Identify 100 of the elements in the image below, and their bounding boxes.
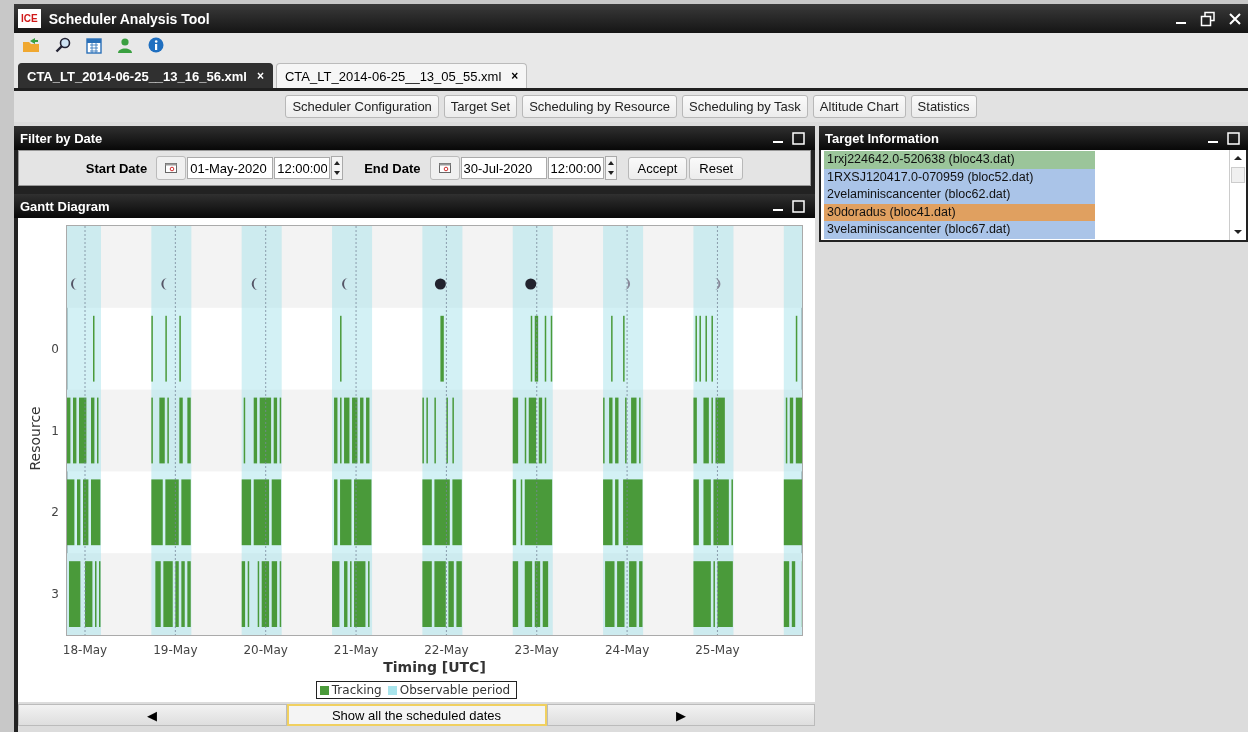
calendar-button[interactable] bbox=[156, 156, 187, 180]
date-field[interactable]: 30-Jul-2020 bbox=[460, 157, 547, 179]
axis-label: 19-May bbox=[153, 643, 198, 657]
tracking-bar bbox=[151, 479, 163, 546]
field-label: Start Date bbox=[85, 160, 148, 176]
axis-label: 24-May bbox=[604, 643, 650, 657]
axis-label: 0 bbox=[51, 341, 59, 356]
panel-title: Target Information bbox=[825, 130, 939, 146]
user-icon[interactable] bbox=[117, 37, 133, 53]
date-field[interactable]: 01-May-2020 bbox=[187, 157, 274, 179]
calendar-button[interactable] bbox=[429, 156, 460, 180]
axis-label: 23-May bbox=[514, 643, 559, 657]
tracking-bar bbox=[91, 479, 101, 546]
tracking-bar bbox=[181, 561, 185, 627]
close-icon[interactable] bbox=[1228, 11, 1242, 26]
search-icon[interactable] bbox=[55, 37, 71, 53]
tracking-bar bbox=[159, 397, 165, 464]
scrollbar[interactable] bbox=[1229, 150, 1246, 240]
tracking-bar bbox=[713, 479, 729, 546]
tracking-bar bbox=[91, 397, 95, 464]
tracking-bar bbox=[67, 479, 75, 546]
legend-label: Observable period bbox=[399, 683, 511, 697]
moon-icon bbox=[161, 278, 168, 290]
tracking-bar bbox=[344, 397, 350, 464]
tracking-bar bbox=[617, 561, 625, 627]
moon-icon bbox=[714, 278, 721, 290]
target-item[interactable]: 3velaminiscancenter (bloc67.dat) bbox=[824, 221, 1095, 239]
maximize-icon[interactable] bbox=[792, 131, 805, 145]
tracking-bar bbox=[340, 479, 352, 546]
tracking-bar bbox=[83, 479, 89, 546]
view-button[interactable]: Statistics bbox=[910, 95, 977, 118]
tracking-bar bbox=[615, 397, 619, 464]
spinner-icon[interactable] bbox=[331, 156, 344, 180]
calendar-icon[interactable] bbox=[86, 36, 102, 54]
axis-label: 3 bbox=[51, 587, 59, 602]
maximize-icon[interactable] bbox=[792, 199, 805, 213]
moon-icon bbox=[525, 278, 537, 290]
scroll-thumb[interactable] bbox=[1231, 167, 1245, 183]
tracking-bar bbox=[512, 479, 517, 546]
app-logo: ICE bbox=[18, 9, 41, 28]
tracking-bar bbox=[615, 479, 619, 546]
axis-label: 22-May bbox=[424, 643, 469, 657]
close-tab-button[interactable]: × bbox=[511, 69, 519, 83]
tracking-bar bbox=[440, 315, 444, 382]
axis-label: 2 bbox=[51, 505, 59, 520]
axis-label: 20-May bbox=[243, 643, 288, 657]
tracking-bar bbox=[85, 561, 93, 627]
close-tab-button[interactable]: × bbox=[256, 69, 264, 83]
moon-icon bbox=[434, 278, 446, 290]
tracking-bar bbox=[187, 561, 191, 627]
tracking-bar bbox=[67, 397, 71, 464]
view-button[interactable]: Altitude Chart bbox=[812, 95, 906, 118]
tracking-bar bbox=[452, 479, 462, 546]
file-tab[interactable]: CTA_LT_2014-06-25__13_16_56.xml × bbox=[18, 63, 273, 88]
info-icon[interactable] bbox=[148, 37, 164, 53]
time-field[interactable]: 12:00:00 bbox=[547, 157, 604, 179]
tracking-bar bbox=[544, 315, 547, 382]
time-field[interactable]: 12:00:00 bbox=[274, 157, 331, 179]
calendar-icon bbox=[165, 163, 178, 173]
tracking-bar bbox=[73, 397, 77, 464]
tracking-bar bbox=[360, 397, 364, 464]
file-tab[interactable]: CTA_LT_2014-06-25__13_05_55.xml × bbox=[275, 63, 528, 88]
view-button[interactable]: Scheduling by Task bbox=[682, 95, 808, 118]
tracking-bar bbox=[163, 561, 173, 627]
maximize-icon[interactable] bbox=[1227, 131, 1240, 145]
filter-button[interactable]: Accept bbox=[627, 156, 688, 180]
tracking-bar bbox=[243, 397, 246, 464]
tracking-bar bbox=[605, 561, 615, 627]
tracking-bar bbox=[631, 397, 637, 464]
tracking-bar bbox=[703, 397, 709, 464]
tracking-bar bbox=[187, 397, 191, 464]
axis-label: 21-May bbox=[333, 643, 379, 657]
view-button[interactable]: Target Set bbox=[443, 95, 518, 118]
previous-button[interactable]: ◀ bbox=[18, 704, 287, 726]
next-button[interactable]: ▶ bbox=[546, 704, 815, 726]
tracking-bar bbox=[181, 479, 191, 546]
tracking-bar bbox=[795, 315, 798, 382]
tracking-bar bbox=[512, 397, 519, 464]
tracking-bar bbox=[456, 561, 462, 627]
target-item[interactable]: 2velaminiscancenter (bloc62.dat) bbox=[824, 186, 1095, 204]
spinner-icon[interactable] bbox=[604, 156, 617, 180]
tracking-bar bbox=[623, 479, 643, 546]
tracking-bar bbox=[448, 561, 454, 627]
filter-button[interactable]: Reset bbox=[689, 156, 744, 180]
tracking-bar bbox=[334, 479, 338, 546]
view-button[interactable]: Scheduling by Resource bbox=[522, 95, 678, 118]
folder-icon[interactable] bbox=[22, 37, 40, 53]
view-button[interactable]: Scheduler Configuration bbox=[285, 95, 439, 118]
tracking-bar bbox=[332, 561, 340, 627]
panel-title: Gantt Diagram bbox=[20, 198, 110, 214]
axis-label: 18-May bbox=[62, 643, 108, 657]
show-all-button[interactable]: Show all the scheduled dates bbox=[286, 704, 547, 726]
target-item[interactable]: 1rxj224642.0-520638 (bloc43.dat) bbox=[824, 151, 1095, 169]
axis-label: 25-May bbox=[695, 643, 740, 657]
restore-icon[interactable] bbox=[1200, 10, 1216, 27]
tracking-bar bbox=[434, 561, 446, 627]
tracking-bar bbox=[629, 561, 637, 627]
tracking-bar bbox=[639, 561, 643, 627]
window-title: Scheduler Analysis Tool bbox=[48, 10, 210, 27]
tracking-bar bbox=[550, 315, 553, 382]
